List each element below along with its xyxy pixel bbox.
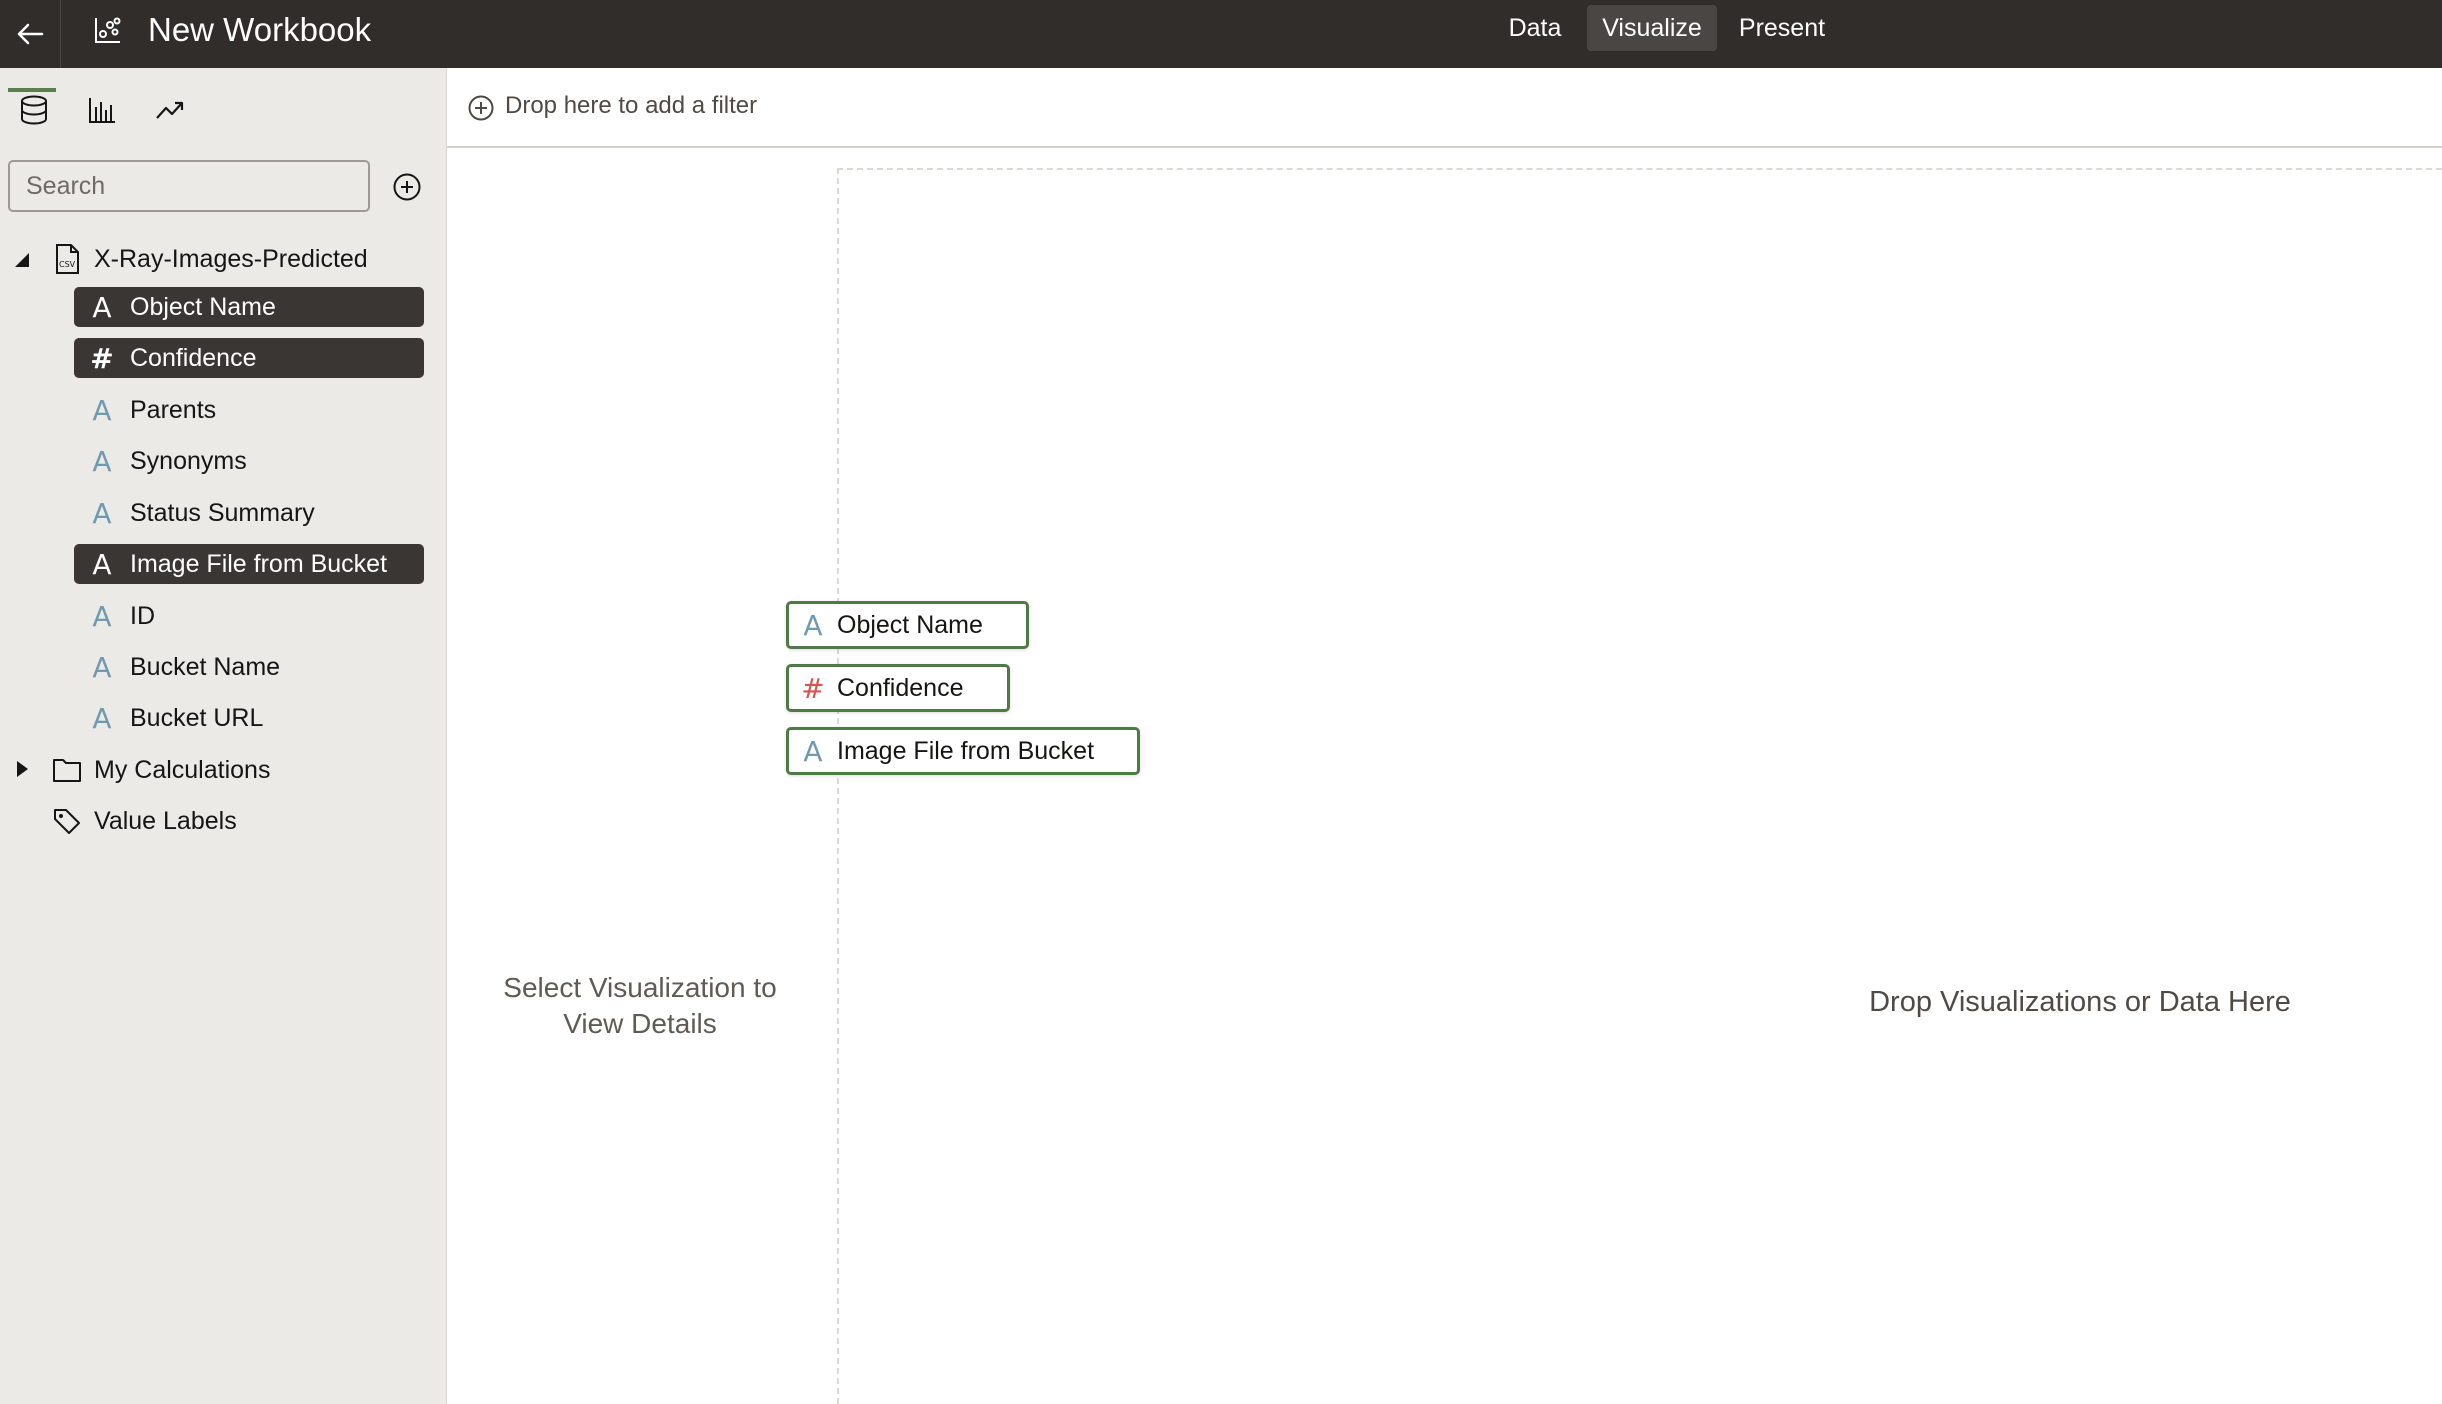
dataset-collapse-toggle[interactable] — [12, 250, 32, 270]
tab-data[interactable]: Data — [1492, 5, 1578, 51]
field-status-summary[interactable]: A Status Summary — [74, 493, 424, 533]
field-label: ID — [130, 601, 155, 630]
filter-drop-hint: Drop here to add a filter — [505, 92, 758, 119]
top-bar: New Workbook Data Visualize Present — [0, 0, 2442, 68]
visualization-canvas[interactable] — [837, 168, 2442, 1404]
dragged-chip-confidence[interactable]: # Confidence — [786, 664, 1010, 712]
my-calculations-item[interactable]: My Calculations — [52, 750, 270, 790]
field-label: Parents — [130, 395, 217, 424]
data-panel: CSV X-Ray-Images-Predicted A Object Name… — [0, 68, 447, 1404]
svg-text:CSV: CSV — [59, 260, 76, 269]
filter-bar[interactable]: Drop here to add a filter — [447, 68, 2442, 148]
tag-icon — [54, 809, 80, 834]
database-icon — [21, 95, 47, 125]
attribute-icon: A — [92, 599, 112, 633]
attribute-icon: A — [92, 290, 112, 324]
back-button[interactable] — [0, 0, 61, 68]
field-label: Bucket URL — [130, 703, 264, 732]
field-bucket-name[interactable]: A Bucket Name — [74, 647, 424, 687]
folder-icon — [53, 759, 81, 782]
field-confidence[interactable]: # Confidence — [74, 338, 424, 378]
attribute-icon: A — [803, 608, 823, 642]
field-label: Object Name — [130, 292, 276, 321]
csv-file-icon: CSV — [56, 244, 79, 274]
triangle-expanded-icon — [15, 253, 29, 267]
measure-icon: # — [90, 341, 114, 375]
attribute-icon: A — [92, 444, 112, 478]
field-label: Bucket Name — [130, 652, 281, 681]
attribute-icon: A — [92, 547, 112, 581]
field-id[interactable]: A ID — [74, 596, 424, 636]
arrow-left-icon — [17, 23, 44, 45]
field-image-file-from-bucket[interactable]: A Image File from Bucket — [74, 544, 424, 584]
search-input[interactable] — [8, 160, 370, 212]
field-bucket-url[interactable]: A Bucket URL — [74, 698, 424, 738]
dragged-chip-object-name[interactable]: A Object Name — [786, 601, 1029, 649]
chip-label: Image File from Bucket — [837, 736, 1095, 765]
my-calculations-expand-toggle[interactable] — [12, 759, 32, 779]
tab-present[interactable]: Present — [1727, 5, 1837, 51]
dataset-item[interactable]: CSV X-Ray-Images-Predicted — [52, 239, 368, 279]
add-dataset-button[interactable] — [392, 172, 422, 202]
visualizations-panel-tab[interactable] — [82, 90, 122, 130]
value-labels-item[interactable]: Value Labels — [52, 801, 237, 841]
canvas-drop-hint: Drop Visualizations or Data Here — [1869, 986, 2291, 1018]
field-object-name[interactable]: A Object Name — [74, 287, 424, 327]
field-label: Image File from Bucket — [130, 549, 388, 578]
attribute-icon: A — [92, 650, 112, 684]
triangle-collapsed-icon — [17, 761, 28, 777]
bar-chart-icon — [89, 98, 115, 123]
value-labels-label: Value Labels — [94, 806, 237, 835]
measure-icon: # — [801, 671, 825, 705]
attribute-icon: A — [92, 701, 112, 735]
field-parents[interactable]: A Parents — [74, 390, 424, 430]
chip-label: Object Name — [837, 610, 983, 639]
attribute-icon: A — [92, 496, 112, 530]
chip-label: Confidence — [837, 673, 964, 702]
attribute-icon: A — [803, 734, 823, 768]
trend-line-icon — [156, 101, 184, 119]
data-panel-tab[interactable] — [14, 90, 54, 130]
workbook-icon — [95, 17, 121, 43]
tab-visualize[interactable]: Visualize — [1587, 5, 1717, 51]
analytics-panel-tab[interactable] — [150, 90, 190, 130]
field-label: Status Summary — [130, 498, 315, 527]
dragged-chip-image-file-from-bucket[interactable]: A Image File from Bucket — [786, 727, 1140, 775]
field-label: Confidence — [130, 343, 257, 372]
attribute-icon: A — [92, 393, 112, 427]
field-synonyms[interactable]: A Synonyms — [74, 441, 424, 481]
grammar-panel-message: Select Visualization to View Details — [503, 972, 777, 1039]
field-label: Synonyms — [130, 446, 247, 475]
add-filter-icon[interactable] — [467, 94, 495, 122]
dataset-name: X-Ray-Images-Predicted — [94, 244, 368, 273]
my-calculations-label: My Calculations — [94, 755, 271, 784]
workbook-title: New Workbook — [148, 11, 372, 48]
